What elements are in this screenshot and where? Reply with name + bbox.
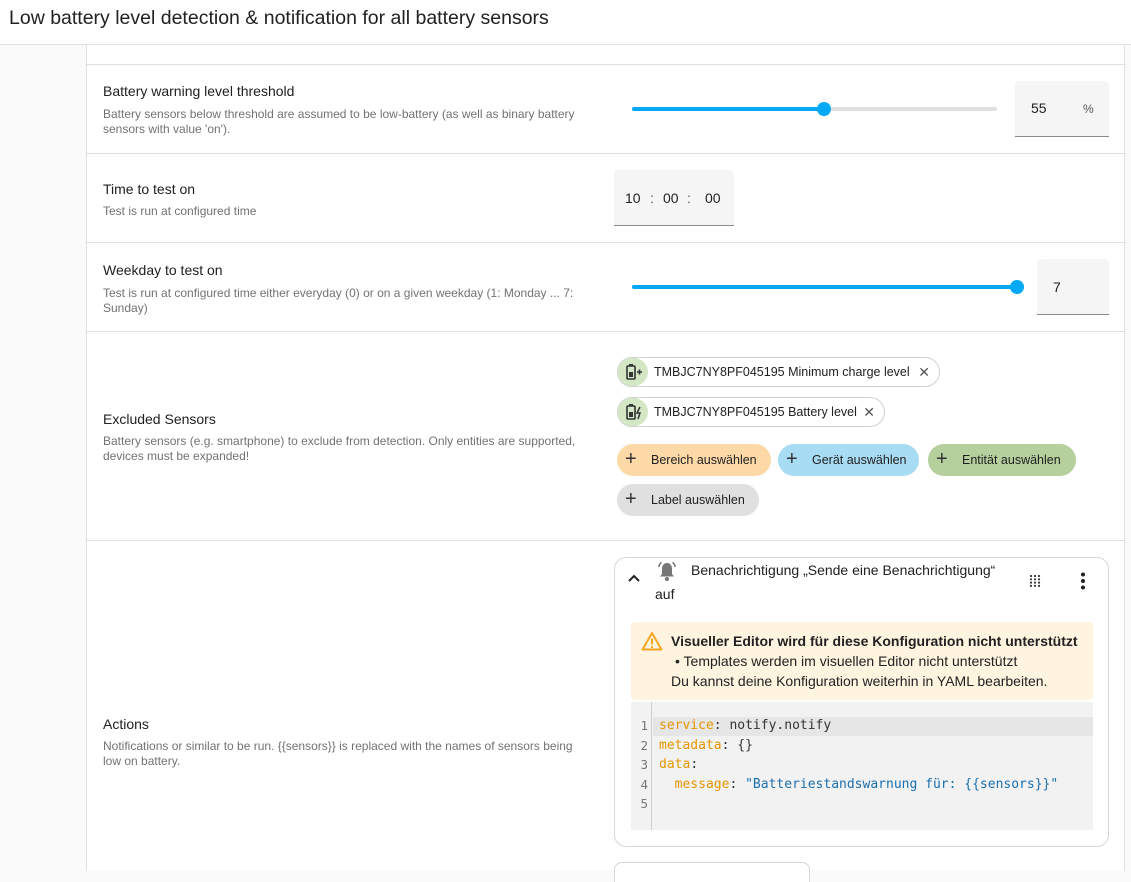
picker-label: Entität auswählen — [962, 453, 1061, 467]
weekday-title: Weekday to test on — [103, 262, 223, 278]
action-heading: Benachrichtigung „Sende eine Benachricht… — [691, 562, 996, 578]
label-picker-button[interactable]: + Label auswählen — [617, 484, 759, 516]
code-line: message: "Batteriestandswarnung für: {{s… — [659, 776, 1059, 792]
time-hours[interactable]: 10 — [625, 190, 641, 206]
threshold-value: 55 — [1031, 100, 1047, 116]
line-number: 2 — [640, 737, 648, 753]
time-input[interactable]: 10 : 00 : 00 — [614, 170, 734, 226]
settings-card: Battery warning level threshold Battery … — [86, 45, 1126, 882]
action-heading-suffix: auf — [655, 586, 675, 602]
add-action-button[interactable] — [614, 862, 810, 882]
drag-handle-icon[interactable] — [1029, 574, 1041, 593]
threshold-slider[interactable] — [632, 99, 997, 119]
yaml-key: service — [659, 718, 714, 733]
weekday-slider[interactable] — [632, 277, 1024, 297]
time-description: Test is run at configured time — [103, 204, 257, 218]
line-number: 5 — [640, 796, 648, 812]
entity-picker-button[interactable]: + Entität auswählen — [928, 444, 1076, 476]
warning-title: Visueller Editor wird für diese Konfigur… — [671, 633, 1078, 649]
plus-icon: + — [786, 448, 798, 470]
warning-bullet-text: Templates werden im visuellen Editor nic… — [683, 653, 1018, 669]
warning-footer: Du kannst deine Konfiguration weiterhin … — [671, 673, 1048, 689]
weekday-number-field[interactable]: 7 — [1037, 259, 1109, 315]
warning-alert: Visueller Editor wird für diese Konfigur… — [631, 622, 1093, 700]
entity-chip[interactable]: TMBJC7NY8PF045195 Battery level ✕ — [617, 397, 885, 427]
excluded-title: Excluded Sensors — [103, 411, 216, 427]
picker-label: Bereich auswählen — [651, 453, 757, 467]
chip-label: TMBJC7NY8PF045195 Battery level — [654, 405, 857, 419]
line-number: 3 — [640, 757, 648, 773]
plus-icon: + — [625, 488, 637, 510]
page-title: Low battery level detection & notificati… — [9, 7, 549, 29]
plus-icon: + — [625, 448, 637, 470]
time-separator: : — [687, 190, 691, 206]
slider-thumb[interactable] — [816, 102, 831, 116]
weekday-description: Test is run at configured time either ev… — [103, 286, 574, 315]
warning-bullet: • Templates werden im visuellen Editor n… — [675, 653, 1018, 669]
yaml-value: notify.notify — [729, 718, 832, 733]
weekday-row: Weekday to test on Test is run at config… — [87, 242, 1126, 331]
picker-label: Gerät auswählen — [812, 453, 907, 467]
slider-fill — [632, 107, 824, 111]
code-line: service: notify.notify — [659, 718, 832, 733]
close-icon[interactable]: ✕ — [918, 364, 930, 381]
threshold-title: Battery warning level threshold — [103, 83, 295, 99]
more-vertical-icon[interactable] — [1080, 572, 1086, 595]
slider-fill — [632, 285, 1017, 289]
page-header: Low battery level detection & notificati… — [0, 0, 1131, 45]
entity-chip[interactable]: TMBJC7NY8PF045195 Minimum charge level ✕ — [617, 357, 940, 387]
yaml-key: message — [659, 776, 730, 792]
bell-ring-icon — [655, 560, 679, 589]
yaml-key: data — [659, 757, 691, 773]
yaml-key: metadata — [659, 737, 722, 753]
time-title: Time to test on — [103, 181, 196, 197]
time-row: Time to test on Test is run at configure… — [87, 153, 1126, 242]
excluded-description: Battery sensors (e.g. smartphone) to exc… — [103, 434, 576, 463]
threshold-description: Battery sensors below threshold are assu… — [103, 107, 575, 136]
weekday-value: 7 — [1053, 279, 1061, 295]
chip-label: TMBJC7NY8PF045195 Minimum charge level — [654, 365, 910, 379]
plus-icon: + — [936, 448, 948, 470]
close-icon[interactable]: ✕ — [863, 404, 875, 421]
area-picker-button[interactable]: + Bereich auswählen — [617, 444, 771, 476]
actions-description: Notifications or similar to be run. {{se… — [103, 739, 573, 768]
device-picker-button[interactable]: + Gerät auswählen — [778, 444, 919, 476]
actions-title: Actions — [103, 716, 149, 732]
threshold-row: Battery warning level threshold Battery … — [87, 64, 1126, 153]
warning-icon — [641, 631, 663, 656]
chevron-up-icon[interactable] — [627, 571, 641, 589]
threshold-number-field[interactable]: 55 % — [1015, 81, 1109, 137]
battery-charging-icon — [618, 398, 648, 426]
excluded-row: Excluded Sensors Battery sensors (e.g. s… — [87, 331, 1126, 540]
time-minutes[interactable]: 00 — [663, 190, 679, 206]
battery-plus-icon — [618, 358, 648, 386]
time-seconds[interactable]: 00 — [705, 190, 721, 206]
yaml-value: "Batteriestandswarnung für: {{sensors}}" — [745, 776, 1059, 792]
time-separator: : — [650, 190, 654, 206]
action-card: Benachrichtigung „Sende eine Benachricht… — [614, 557, 1109, 847]
left-gutter — [0, 45, 86, 871]
picker-label: Label auswählen — [651, 493, 745, 507]
yaml-editor[interactable]: 1 service: notify.notify 2 metadata: {} 3 dat… — [631, 702, 1093, 830]
yaml-value: {} — [737, 737, 753, 753]
threshold-unit: % — [1083, 102, 1094, 116]
code-line: data: — [659, 757, 699, 773]
slider-thumb[interactable] — [1010, 280, 1024, 294]
code-line: metadata: {} — [659, 737, 753, 753]
line-number: 4 — [640, 776, 648, 792]
line-number: 1 — [640, 718, 648, 733]
